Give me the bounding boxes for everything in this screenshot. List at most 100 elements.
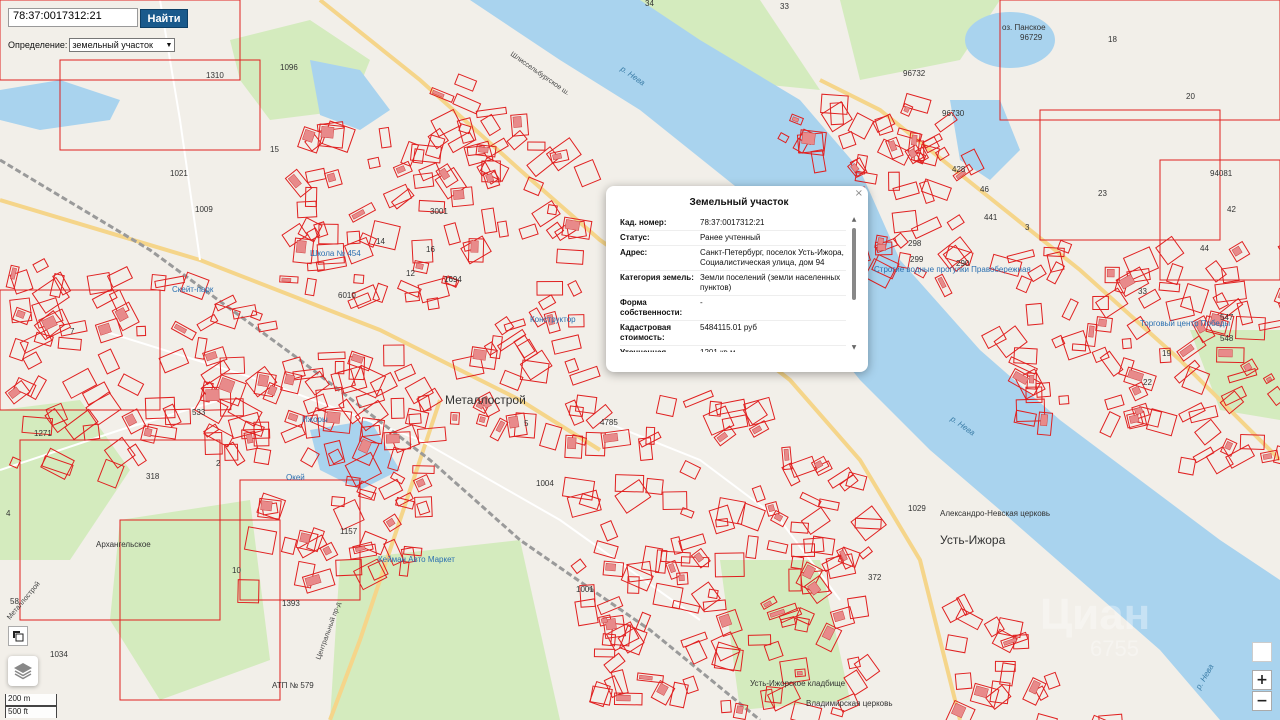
building-footprint (325, 411, 341, 424)
popup-row: Адрес: Санкт-Петербург, поселок Усть-Ижор… (620, 245, 846, 271)
parcel-number-label: 1310 (206, 71, 224, 80)
building-footprint (1088, 325, 1095, 338)
popup-row: Форма собственности: - (620, 295, 846, 321)
building-footprint (605, 563, 617, 572)
building-footprint (616, 694, 631, 702)
parcel-number-label: 2 (216, 459, 221, 468)
popup-row: Кад. номер: 78:37:0017312:21 (620, 216, 846, 231)
popup-row-value: 5484115.01 руб (700, 320, 846, 346)
scale-bar-imperial: 500 ft (5, 706, 57, 718)
layers-button[interactable] (8, 656, 38, 686)
building-footprint (783, 448, 790, 461)
building-footprint (1218, 349, 1233, 358)
parcel-number-label: 298 (908, 239, 922, 248)
parcel-number-label: 441 (984, 213, 998, 222)
zoom-out-button[interactable]: − (1252, 691, 1272, 711)
popup-scrollbar[interactable]: ▲ ▼ (850, 216, 858, 352)
poi-atp-579: АТП № 579 (272, 681, 314, 690)
popup-row-value: - (700, 295, 846, 321)
definition-selected-value: земельный участок (72, 40, 153, 50)
search-button[interactable]: Найти (140, 9, 188, 28)
parcel-number-label: 1034 (50, 650, 68, 659)
definition-label: Определение: (8, 40, 68, 50)
building-footprint (602, 432, 619, 443)
building-footprint (470, 240, 479, 253)
building-footprint (205, 389, 220, 402)
poi-boat-trips: Строгие водные прогулки Правобережная (874, 265, 1031, 274)
watermark-id: 6755 (1090, 636, 1139, 661)
parcel-number-label: 6010 (338, 291, 356, 300)
building-footprint (877, 243, 886, 251)
building-footprint (564, 219, 581, 231)
building-footprint (512, 116, 523, 128)
parcel-number-label: 23 (1098, 189, 1107, 198)
definition-row: Определение: земельный участок ▼ (8, 38, 176, 52)
popup-row: Уточненная площадь:1201 кв.м (620, 345, 846, 352)
parcel-number-label: 1001 (576, 585, 594, 594)
poi-konstruktor: Конструктор (530, 315, 576, 324)
building-footprint (508, 415, 520, 429)
parcel-number-label: 428 (952, 165, 966, 174)
parcel-number-label: 15 (270, 145, 279, 154)
building-footprint (1098, 318, 1107, 327)
fullscreen-button[interactable] (8, 626, 28, 646)
building-footprint (801, 131, 816, 146)
poi-arkhangelskoe: Архангельское (96, 540, 151, 549)
building-footprint (246, 433, 254, 444)
cadastral-search-input[interactable]: 78:37:0017312:21 (8, 8, 138, 27)
layers-icon (14, 663, 32, 680)
poi-school: Школа № 454 (310, 249, 361, 258)
parcel-number-label: 1021 (170, 169, 188, 178)
building-footprint (452, 414, 458, 421)
parcel-number-label: 46 (980, 185, 989, 194)
parcel-number-label: 1029 (908, 504, 926, 513)
building-footprint (796, 670, 803, 676)
popup-row-key: Форма собственности: (620, 295, 700, 321)
parcel-info-popup: × Земельный участок Кад. номер: 78:37:001… (606, 186, 868, 372)
popup-row-value[interactable]: 78:37:0017312:21 (700, 216, 846, 231)
poi-shopping: Торговый центр Победы (1140, 319, 1230, 328)
parcel-number-label: 318 (146, 472, 160, 481)
poi-skate-park: Скейт-парк (172, 285, 214, 294)
parcel-number-label: 96730 (942, 109, 965, 118)
popup-row-key: Уточненная площадь: (620, 345, 700, 352)
parcel-number-label: 18 (1108, 35, 1117, 44)
parcel-number-label: 58 (10, 597, 19, 606)
building-footprint (143, 427, 153, 438)
parcel-number-label: 16 (426, 245, 435, 254)
watermark-logo: Циан (1040, 590, 1151, 639)
parcel-number-label: 22 (1143, 378, 1152, 387)
zoom-in-button[interactable]: + (1252, 670, 1272, 690)
popup-row-key: Кад. номер: (620, 216, 700, 231)
popup-row: Категория земель: Земли поселений (земли … (620, 270, 846, 296)
building-footprint (478, 146, 489, 154)
definition-select[interactable]: земельный участок ▼ (69, 38, 176, 52)
close-icon[interactable]: × (855, 188, 863, 199)
parcel-number-label: 12 (406, 269, 415, 278)
parcel-number-label: 19 (1162, 349, 1171, 358)
building-footprint (910, 134, 918, 146)
popup-row-key: Адрес: (620, 245, 700, 271)
scroll-down-icon[interactable]: ▼ (850, 344, 858, 352)
scroll-up-icon[interactable]: ▲ (850, 216, 858, 224)
parcel-number-label: 4785 (600, 418, 618, 427)
building-footprint (1028, 374, 1035, 384)
building-footprint (415, 262, 424, 270)
fullscreen-icon (13, 631, 24, 642)
place-label-ust-izhora: Усть-Ижора (940, 533, 1006, 547)
building-footprint (567, 437, 577, 450)
scroll-thumb[interactable] (852, 228, 856, 300)
lake-label-panskoe: оз. Панское (1002, 23, 1046, 32)
map-side-button[interactable] (1252, 642, 1272, 662)
parcel-number-label: 548 (1220, 334, 1234, 343)
poi-okey: Окей (286, 473, 305, 482)
parcel-number-label: 1157 (340, 527, 358, 536)
parcel-number-label: 10 (232, 566, 241, 575)
parcel-number-label: 299 (910, 255, 924, 264)
popup-title: Земельный участок (689, 197, 789, 208)
parcel-number-label: 533 (192, 408, 206, 417)
popup-row-value: 1201 кв.м (700, 345, 846, 352)
popup-body[interactable]: Кад. номер: 78:37:0017312:21 Статус: Ранее … (620, 216, 858, 352)
parcel-number-label: 1694 (444, 275, 462, 284)
parcel-number-label: 3 (1025, 223, 1030, 232)
